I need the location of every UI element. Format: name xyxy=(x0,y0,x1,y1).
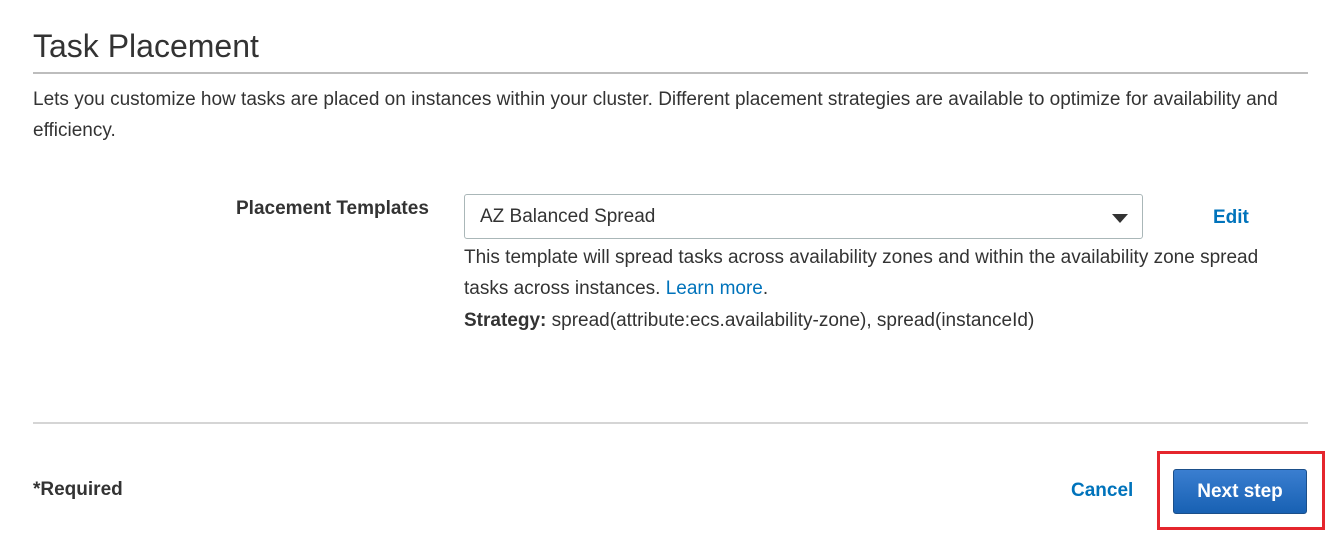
cancel-button[interactable]: Cancel xyxy=(1071,480,1133,502)
edit-placement-link[interactable]: Edit xyxy=(1213,207,1249,229)
placement-templates-selected-value: AZ Balanced Spread xyxy=(480,206,656,227)
section-title: Task Placement xyxy=(33,28,259,64)
placement-help-text: This template will spread tasks across a… xyxy=(464,242,1294,304)
title-divider xyxy=(33,72,1308,74)
strategy-line: Strategy: spread(attribute:ecs.availabil… xyxy=(464,305,1034,336)
placement-templates-select[interactable]: AZ Balanced Spread xyxy=(464,194,1143,239)
learn-more-link[interactable]: Learn more xyxy=(666,278,763,299)
section-description: Lets you customize how tasks are placed … xyxy=(33,89,1278,141)
next-step-button[interactable]: Next step xyxy=(1173,469,1307,514)
strategy-label: Strategy: xyxy=(464,310,547,331)
learn-more-suffix: . xyxy=(762,278,769,299)
placement-templates-label: Placement Templates xyxy=(236,198,429,219)
required-note: *Required xyxy=(33,479,123,500)
strategy-value: spread(attribute:ecs.availability-zone),… xyxy=(551,310,1035,331)
caret-down-icon xyxy=(1112,214,1128,223)
placement-help-description: This template will spread tasks across a… xyxy=(464,247,1259,299)
footer-divider xyxy=(33,422,1308,424)
